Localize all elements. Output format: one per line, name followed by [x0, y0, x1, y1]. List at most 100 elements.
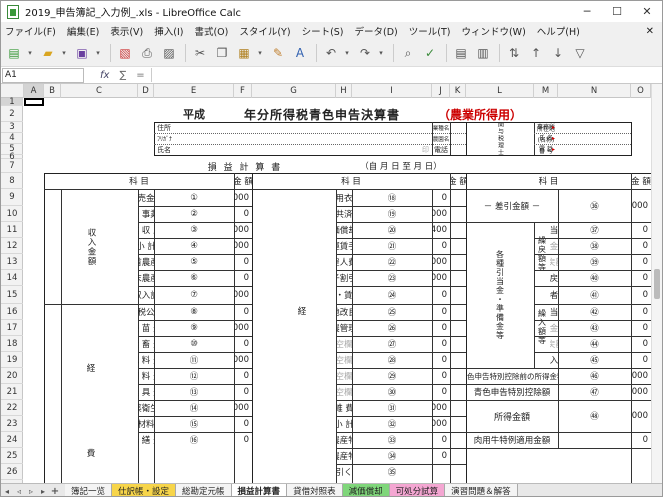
menu-item[interactable]: ファイル(F): [5, 24, 56, 38]
column-header[interactable]: N: [558, 84, 631, 98]
menu-item[interactable]: 編集(E): [67, 24, 99, 38]
column-header[interactable]: J: [432, 84, 450, 98]
menu-item[interactable]: ツール(T): [409, 24, 451, 38]
sort-icon[interactable]: ⇅: [504, 43, 524, 63]
row-header[interactable]: 26: [1, 464, 23, 480]
sheet-tab[interactable]: 総勘定元帳: [176, 484, 232, 496]
menu-item[interactable]: 表示(V): [110, 24, 143, 38]
menu-item[interactable]: ウィンドウ(W): [461, 24, 525, 38]
sheet-tab[interactable]: 演習問題＆解答: [445, 484, 518, 496]
sheet-tab[interactable]: 減価償却: [342, 484, 390, 496]
export-pdf-icon[interactable]: ▧: [115, 43, 135, 63]
row-header[interactable]: 20: [1, 368, 23, 384]
open-dropdown-icon[interactable]: ▾: [60, 43, 68, 63]
row-header[interactable]: 16: [1, 304, 23, 320]
row-header[interactable]: 22: [1, 400, 23, 416]
save-dropdown-icon[interactable]: ▾: [94, 43, 102, 63]
sheet-tab[interactable]: 仕訳帳・設定: [112, 484, 177, 496]
menu-item[interactable]: 書式(O): [194, 24, 228, 38]
sheet-tab[interactable]: 可処分試算: [389, 484, 446, 496]
menu-item[interactable]: データ(D): [355, 24, 398, 38]
spreadsheet-grid[interactable]: ABCDEFGHIJKLMNO 1 2 3 4 5 6 7 8 9 10 11 12 13 14 15 16 1…: [1, 84, 651, 483]
first-sheet-icon[interactable]: ◂: [1, 487, 13, 496]
row-header[interactable]: 12: [1, 238, 23, 254]
clone-format-icon[interactable]: ✎: [268, 43, 288, 63]
undo-icon[interactable]: ↶: [321, 43, 341, 63]
menu-item[interactable]: 挿入(I): [154, 24, 183, 38]
row-header[interactable]: 11: [1, 222, 23, 238]
next-sheet-icon[interactable]: ▹: [25, 487, 37, 496]
row-header[interactable]: 24: [1, 432, 23, 448]
scroll-thumb[interactable]: [654, 269, 660, 299]
formula-icon[interactable]: =: [136, 70, 144, 81]
find-replace-icon[interactable]: ⌕: [398, 43, 418, 63]
column-header[interactable]: F: [234, 84, 252, 98]
row-header[interactable]: 21: [1, 384, 23, 400]
column-header[interactable]: I: [352, 84, 432, 98]
close-document-icon[interactable]: ✕: [646, 26, 654, 37]
undo-dropdown-icon[interactable]: ▾: [343, 43, 351, 63]
row-header[interactable]: 25: [1, 448, 23, 464]
function-wizard-icon[interactable]: fx: [100, 70, 109, 81]
row-header[interactable]: 9: [1, 189, 23, 206]
column-header[interactable]: C: [61, 84, 138, 98]
sort-ascending-icon[interactable]: ↑: [526, 43, 546, 63]
column-header[interactable]: O: [631, 84, 651, 98]
column-header[interactable]: L: [466, 84, 534, 98]
column-header[interactable]: G: [252, 84, 336, 98]
name-box[interactable]: A1: [2, 67, 84, 83]
active-cell-cursor[interactable]: [24, 98, 44, 106]
column-header[interactable]: M: [534, 84, 558, 98]
row-header[interactable]: 18: [1, 336, 23, 352]
redo-dropdown-icon[interactable]: ▾: [377, 43, 385, 63]
column-header[interactable]: D: [138, 84, 154, 98]
row-header[interactable]: 23: [1, 416, 23, 432]
formula-input[interactable]: [151, 68, 651, 82]
close-button[interactable]: ✕: [632, 1, 662, 22]
column-icon[interactable]: ▥: [473, 43, 493, 63]
add-sheet-icon[interactable]: +: [49, 486, 61, 497]
cut-icon[interactable]: ✂: [190, 43, 210, 63]
prev-sheet-icon[interactable]: ◃: [13, 487, 25, 496]
row-header[interactable]: 1: [1, 97, 23, 107]
print-preview-icon[interactable]: ▨: [159, 43, 179, 63]
spelling-icon[interactable]: ✓: [420, 43, 440, 63]
save-icon[interactable]: ▣: [72, 43, 92, 63]
row-header[interactable]: 17: [1, 320, 23, 336]
column-header[interactable]: A: [24, 84, 44, 98]
menu-item[interactable]: ヘルプ(H): [537, 24, 580, 38]
new-dropdown-icon[interactable]: ▾: [26, 43, 34, 63]
row-header[interactable]: 13: [1, 254, 23, 270]
column-header[interactable]: E: [154, 84, 234, 98]
column-header[interactable]: H: [336, 84, 352, 98]
row-header[interactable]: 8: [1, 173, 23, 189]
minimize-button[interactable]: ─: [572, 1, 602, 22]
sheet-tab[interactable]: 損益計算書: [231, 484, 288, 496]
last-sheet-icon[interactable]: ▸: [37, 487, 49, 496]
sheet-tab[interactable]: 貸借対照表: [287, 484, 343, 496]
row-header[interactable]: 19: [1, 352, 23, 368]
print-icon[interactable]: ⎙: [137, 43, 157, 63]
row-header[interactable]: 14: [1, 270, 23, 286]
sheet-tab[interactable]: 簿記一览: [65, 484, 113, 496]
column-header[interactable]: K: [450, 84, 466, 98]
row-header[interactable]: 4: [1, 133, 23, 144]
autofilter-icon[interactable]: ▽: [570, 43, 590, 63]
maximize-button[interactable]: ☐: [602, 1, 632, 22]
column-header[interactable]: B: [44, 84, 61, 98]
sort-descending-icon[interactable]: ↓: [548, 43, 568, 63]
row-icon[interactable]: ▤: [451, 43, 471, 63]
menu-item[interactable]: スタイル(Y): [239, 24, 290, 38]
open-folder-icon[interactable]: ▰: [38, 43, 58, 63]
vertical-scrollbar[interactable]: [651, 84, 662, 483]
row-header[interactable]: 7: [1, 159, 23, 173]
row-header[interactable]: 15: [1, 286, 23, 304]
redo-icon[interactable]: ↷: [355, 43, 375, 63]
row-header[interactable]: 10: [1, 206, 23, 222]
paste-icon[interactable]: ▦: [234, 43, 254, 63]
row-header[interactable]: 2: [1, 106, 23, 122]
clear-format-icon[interactable]: A: [290, 43, 310, 63]
copy-icon[interactable]: ❐: [212, 43, 232, 63]
sheet-area[interactable]: 平成年分所得税青色申告決算書（農業所得用）住所ﾌﾘｶﾞﾅ氏名印電話業種名農園名加…: [24, 98, 651, 483]
row-header[interactable]: 3: [1, 122, 23, 133]
